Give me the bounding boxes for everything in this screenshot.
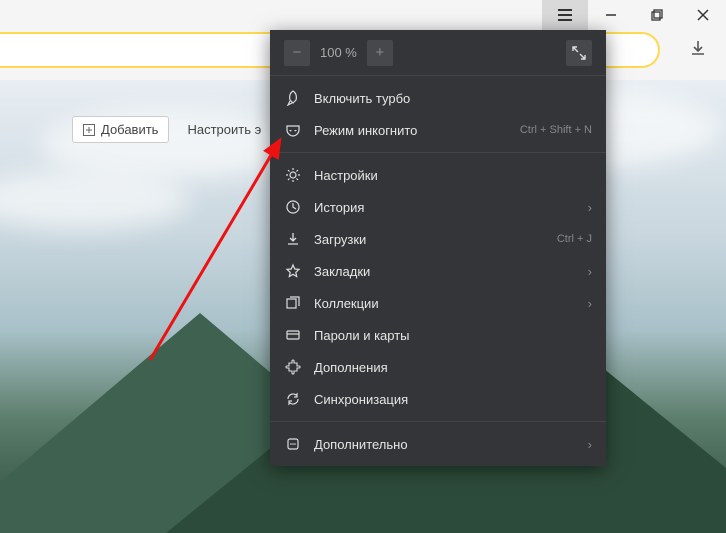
maximize-icon — [651, 9, 663, 21]
menu-item-turbo[interactable]: Включить турбо — [270, 82, 606, 114]
fullscreen-button[interactable] — [566, 40, 592, 66]
menu-label: Включить турбо — [314, 91, 592, 106]
menu-label: Дополнения — [314, 360, 592, 375]
close-button[interactable] — [680, 0, 726, 30]
gear-icon — [284, 167, 302, 183]
close-icon — [697, 9, 709, 21]
more-icon — [284, 436, 302, 452]
chevron-right-icon: › — [588, 264, 592, 279]
menu-shortcut: Ctrl + J — [557, 233, 592, 245]
minus-icon: − — [293, 44, 302, 61]
download-icon — [690, 40, 706, 56]
add-button-label: Добавить — [101, 122, 158, 137]
window-controls — [542, 0, 726, 30]
customize-link[interactable]: Настроить э — [187, 122, 261, 137]
menu-label: История — [314, 200, 576, 215]
zoom-value: 100 % — [320, 45, 357, 60]
rocket-icon — [284, 90, 302, 106]
minimize-icon — [605, 9, 617, 21]
download-icon — [284, 231, 302, 247]
menu-item-sync[interactable]: Синхронизация — [270, 383, 606, 415]
menu-item-bookmarks[interactable]: Закладки › — [270, 255, 606, 287]
zoom-row: − 100 % + — [270, 30, 606, 76]
menu-label: Режим инкогнито — [314, 123, 508, 138]
menu-item-settings[interactable]: Настройки — [270, 159, 606, 191]
clock-icon — [284, 199, 302, 215]
menu-label: Настройки — [314, 168, 592, 183]
menu-item-history[interactable]: История › — [270, 191, 606, 223]
menu-item-addons[interactable]: Дополнения — [270, 351, 606, 383]
main-menu: − 100 % + Включить турбо Режим инкогнито… — [270, 30, 606, 466]
minimize-button[interactable] — [588, 0, 634, 30]
menu-label: Синхронизация — [314, 392, 592, 407]
new-tab-toolbar: Добавить Настроить э — [72, 116, 261, 143]
collections-icon — [284, 295, 302, 311]
downloads-toolbar-button[interactable] — [690, 40, 706, 56]
chevron-right-icon: › — [588, 200, 592, 215]
star-icon — [284, 263, 302, 279]
chevron-right-icon: › — [588, 437, 592, 452]
menu-label: Закладки — [314, 264, 576, 279]
plus-box-icon — [83, 124, 95, 136]
menu-item-passwords[interactable]: Пароли и карты — [270, 319, 606, 351]
zoom-out-button[interactable]: − — [284, 40, 310, 66]
chevron-right-icon: › — [588, 296, 592, 311]
menu-shortcut: Ctrl + Shift + N — [520, 124, 592, 136]
add-button[interactable]: Добавить — [72, 116, 169, 143]
card-icon — [284, 327, 302, 343]
maximize-button[interactable] — [634, 0, 680, 30]
menu-item-incognito[interactable]: Режим инкогнито Ctrl + Shift + N — [270, 114, 606, 146]
menu-label: Пароли и карты — [314, 328, 592, 343]
menu-label: Загрузки — [314, 232, 545, 247]
menu-label: Коллекции — [314, 296, 576, 311]
zoom-in-button[interactable]: + — [367, 40, 393, 66]
menu-label: Дополнительно — [314, 437, 576, 452]
menu-item-collections[interactable]: Коллекции › — [270, 287, 606, 319]
menu-button[interactable] — [542, 0, 588, 30]
fullscreen-icon — [572, 46, 586, 60]
puzzle-icon — [284, 359, 302, 375]
menu-item-downloads[interactable]: Загрузки Ctrl + J — [270, 223, 606, 255]
mask-icon — [284, 122, 302, 138]
menu-item-more[interactable]: Дополнительно › — [270, 428, 606, 460]
sync-icon — [284, 391, 302, 407]
plus-icon: + — [375, 44, 384, 61]
hamburger-icon — [558, 9, 572, 21]
